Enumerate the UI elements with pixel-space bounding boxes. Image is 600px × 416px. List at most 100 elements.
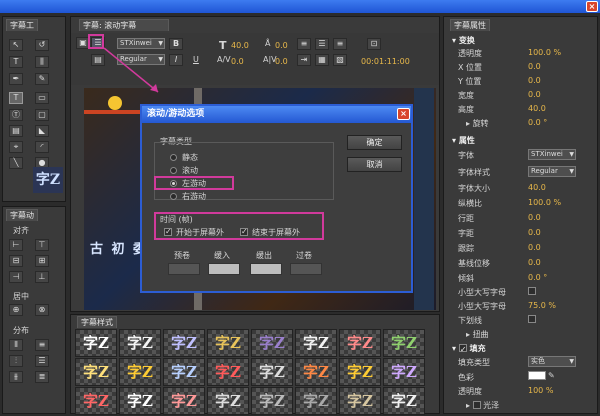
properties-header[interactable]: ▾ 属性 bbox=[452, 135, 475, 146]
transform-header[interactable]: ▾ 变换 bbox=[452, 35, 475, 46]
rotation-value[interactable]: 0.0 ° bbox=[528, 118, 547, 127]
type-tool-icon[interactable]: T bbox=[9, 92, 23, 104]
opacity-value[interactable]: 100.0 % bbox=[528, 48, 561, 57]
style-thumbnail[interactable]: 字Z bbox=[339, 329, 381, 357]
style-thumbnail[interactable]: 字Z bbox=[295, 358, 337, 386]
start-off-screen-checkbox[interactable]: ✓ bbox=[164, 228, 172, 236]
style-thumbnail[interactable]: 字Z bbox=[383, 358, 425, 386]
aspect-value[interactable]: 100.0 % bbox=[528, 198, 561, 207]
style-thumbnail[interactable]: 字Z bbox=[383, 329, 425, 357]
arc-tool-icon[interactable]: ◜ bbox=[35, 141, 49, 153]
eyedropper-icon[interactable]: ✎ bbox=[548, 371, 555, 380]
style-thumbnail[interactable]: 字Z bbox=[207, 387, 249, 415]
width-value[interactable]: 0.0 bbox=[528, 90, 541, 99]
style-thumbnail[interactable]: 字Z bbox=[119, 387, 161, 415]
style-thumbnail[interactable]: 字Z bbox=[251, 387, 293, 415]
style-thumbnail[interactable]: 字Z bbox=[295, 329, 337, 357]
style-thumbnail[interactable]: 字Z bbox=[163, 387, 205, 415]
vertical-type-icon[interactable]: ⫼ bbox=[35, 56, 49, 68]
wedge-tool-icon[interactable]: ◣ bbox=[35, 125, 49, 137]
tracking-value[interactable]: 0.0 bbox=[275, 57, 288, 66]
option-crawl-right-radio[interactable] bbox=[170, 193, 177, 200]
area-text-icon[interactable]: ▤ bbox=[9, 125, 23, 137]
y-position-value[interactable]: 0.0 bbox=[528, 76, 541, 85]
window-close-button[interactable]: × bbox=[586, 1, 598, 12]
font-style-prop-dropdown[interactable]: Regular ▼ bbox=[528, 166, 576, 177]
distribute-vcenter-icon[interactable]: ☰ bbox=[35, 355, 49, 367]
tracking-prop-value[interactable]: 0.0 bbox=[528, 243, 541, 252]
rotation-tool-icon[interactable]: ↺ bbox=[35, 39, 49, 51]
option-static-label[interactable]: 静态 bbox=[182, 152, 198, 163]
convert-anchor-icon[interactable]: ⌖ bbox=[9, 141, 23, 153]
style-thumbnail[interactable]: 字Z bbox=[251, 329, 293, 357]
fill-type-dropdown[interactable]: 实色 ▼ bbox=[528, 356, 576, 367]
baseline-value[interactable]: 0.0 bbox=[528, 258, 541, 267]
end-off-screen-checkbox[interactable]: ✓ bbox=[240, 228, 248, 236]
ease-out-field[interactable] bbox=[250, 263, 282, 275]
small-caps-checkbox[interactable] bbox=[528, 287, 536, 295]
distribute-right-icon[interactable]: ⫵ bbox=[9, 371, 23, 383]
tools-panel-tab[interactable]: 字幕工 bbox=[6, 19, 38, 31]
style-thumbnail[interactable]: 字Z bbox=[163, 358, 205, 386]
preroll-field[interactable] bbox=[168, 263, 200, 275]
style-thumbnail[interactable]: 字Z bbox=[163, 329, 205, 357]
distribute-left-icon[interactable]: ⫴ bbox=[9, 339, 23, 351]
align-right-icon[interactable]: ⊣ bbox=[9, 271, 23, 283]
show-video-icon[interactable]: ⊡ bbox=[367, 38, 381, 50]
style-thumbnail[interactable]: 字Z bbox=[207, 358, 249, 386]
vertical-type-tool-icon[interactable]: Ⓣ bbox=[9, 109, 23, 121]
style-thumbnail[interactable]: 字Z bbox=[75, 387, 117, 415]
style-thumbnail[interactable]: 字Z bbox=[75, 358, 117, 386]
rounded-rect-tool-icon[interactable]: ▢ bbox=[35, 109, 49, 121]
color-swatch[interactable] bbox=[528, 371, 546, 380]
fill-header[interactable]: ▾ ✓ 填充 bbox=[452, 343, 486, 354]
align-left-text-icon[interactable]: ≡ bbox=[297, 38, 311, 50]
tab-stops-icon[interactable]: ⇥ bbox=[297, 54, 311, 66]
align-left-icon[interactable]: ⊢ bbox=[9, 239, 23, 251]
align-hcenter-icon[interactable]: ⊟ bbox=[9, 255, 23, 267]
rectangle-tool-icon[interactable]: ▭ bbox=[35, 92, 49, 104]
leading-prop-value[interactable]: 0.0 bbox=[528, 213, 541, 222]
style-thumbnail[interactable]: 字Z bbox=[75, 329, 117, 357]
option-static-radio[interactable] bbox=[170, 154, 177, 161]
slant-value[interactable]: 0.0 ° bbox=[528, 273, 547, 282]
selection-tool-icon[interactable]: ↖ bbox=[9, 39, 23, 51]
ok-button[interactable]: 确定 bbox=[347, 135, 402, 150]
timecode-value[interactable]: 00:01:11:00 bbox=[361, 57, 410, 66]
style-thumbnail[interactable]: 字Z bbox=[339, 358, 381, 386]
x-position-value[interactable]: 0.0 bbox=[528, 62, 541, 71]
distribute-bottom-icon[interactable]: ≣ bbox=[35, 371, 49, 383]
area-type-icon[interactable]: T bbox=[9, 56, 23, 68]
style-thumbnail[interactable]: 字Z bbox=[339, 387, 381, 415]
style-thumbnail[interactable]: 字Z bbox=[119, 329, 161, 357]
cancel-button[interactable]: 取消 bbox=[347, 157, 402, 172]
height-value[interactable]: 40.0 bbox=[528, 104, 546, 113]
fill-opacity-value[interactable]: 100 % bbox=[528, 386, 553, 395]
line-tool-icon[interactable]: ╲ bbox=[9, 157, 23, 169]
underline-checkbox[interactable] bbox=[528, 315, 536, 323]
leading-value[interactable]: 0.0 bbox=[275, 41, 288, 50]
option-roll-label[interactable]: 滚动 bbox=[182, 165, 198, 176]
align-right-text-icon[interactable]: ≡ bbox=[333, 38, 347, 50]
distribute-hcenter-icon[interactable]: ⫶ bbox=[9, 355, 23, 367]
align-center-text-icon[interactable]: ☰ bbox=[315, 38, 329, 50]
end-off-screen-label[interactable]: 结束于屏幕外 bbox=[252, 227, 300, 238]
actions-panel-tab[interactable]: 字幕动 bbox=[6, 209, 38, 221]
align-vcenter-icon[interactable]: ⊞ bbox=[35, 255, 49, 267]
align-top-icon[interactable]: ⊤ bbox=[35, 239, 49, 251]
title-panel-tab[interactable]: 字幕: 滚动字幕 bbox=[79, 19, 169, 31]
distribute-top-icon[interactable]: ≡ bbox=[35, 339, 49, 351]
style-thumbnail[interactable]: 字Z bbox=[295, 387, 337, 415]
font-size-value[interactable]: 40.0 bbox=[231, 41, 249, 50]
safe-title-icon[interactable]: ▦ bbox=[315, 54, 329, 66]
path-type-icon[interactable]: ✎ bbox=[35, 73, 49, 85]
small-caps-size-value[interactable]: 75.0 % bbox=[528, 301, 556, 310]
kerning-prop-value[interactable]: 0.0 bbox=[528, 228, 541, 237]
styles-panel-tab[interactable]: 字幕样式 bbox=[77, 316, 117, 328]
center-vertical-icon[interactable]: ⊗ bbox=[35, 304, 49, 316]
style-thumbnail[interactable]: 字Z bbox=[207, 329, 249, 357]
underline-button[interactable]: U bbox=[193, 55, 199, 64]
option-roll-radio[interactable] bbox=[170, 167, 177, 174]
style-thumbnail[interactable]: 字Z bbox=[383, 387, 425, 415]
pen-tool-icon[interactable]: ✒ bbox=[9, 73, 23, 85]
